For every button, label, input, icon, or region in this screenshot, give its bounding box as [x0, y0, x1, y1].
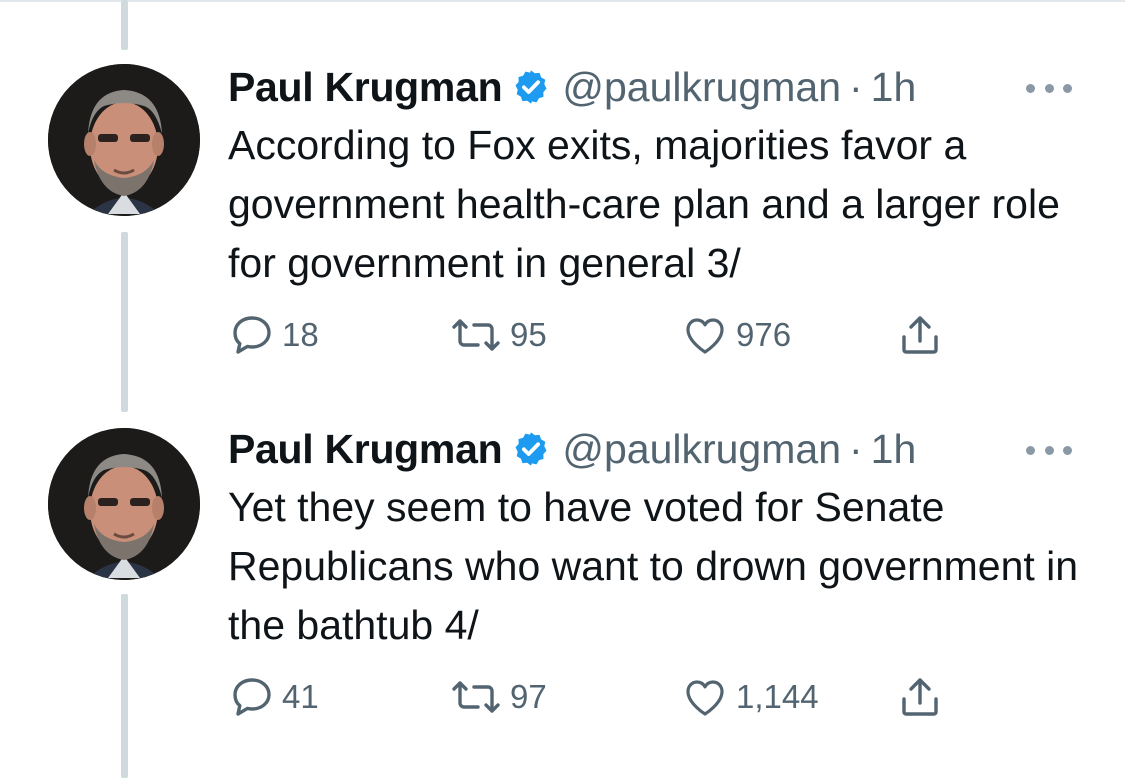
author-name[interactable]: Paul Krugman	[228, 426, 503, 473]
like-count: 976	[736, 316, 792, 353]
avatar[interactable]	[48, 64, 200, 216]
retweet-button[interactable]: 95	[448, 310, 547, 360]
reply-button[interactable]: 18	[228, 310, 319, 360]
more-options-icon[interactable]	[1026, 440, 1072, 460]
tweet[interactable]: Paul Krugman @paulkrugman · 1h Yet they …	[0, 400, 1125, 778]
reply-icon	[228, 673, 276, 721]
tweet-actions: 18 95 976	[228, 310, 988, 360]
reply-count: 18	[282, 316, 319, 353]
separator-dot: ·	[849, 63, 863, 110]
share-button[interactable]	[896, 310, 944, 360]
more-options-icon[interactable]	[1026, 78, 1072, 98]
share-icon	[896, 673, 944, 721]
author-name[interactable]: Paul Krugman	[228, 64, 503, 111]
tweet-header: Paul Krugman @paulkrugman · 1h	[228, 62, 916, 112]
reply-icon	[228, 311, 276, 359]
tweet-header: Paul Krugman @paulkrugman · 1h	[228, 424, 916, 474]
heart-icon	[680, 311, 730, 359]
separator-dot: ·	[849, 425, 863, 472]
verified-badge-icon	[512, 68, 550, 106]
like-button[interactable]: 976	[680, 310, 791, 360]
avatar[interactable]	[48, 428, 200, 580]
tweet-actions: 41 97 1,144	[228, 672, 988, 722]
like-count: 1,144	[736, 678, 819, 715]
heart-icon	[680, 673, 730, 721]
timestamp[interactable]: 1h	[871, 426, 917, 473]
retweet-icon	[448, 311, 504, 359]
tweet-text: Yet they seem to have voted for Senate R…	[228, 484, 1079, 648]
tweet-text: According to Fox exits, majorities favor…	[228, 122, 1060, 286]
retweet-button[interactable]: 97	[448, 672, 547, 722]
reply-button[interactable]: 41	[228, 672, 319, 722]
retweet-count: 97	[510, 678, 547, 715]
timestamp[interactable]: 1h	[871, 64, 917, 111]
tweet-thread: Paul Krugman @paulkrugman · 1h According…	[0, 0, 1125, 778]
share-icon	[896, 311, 944, 359]
share-button[interactable]	[896, 672, 944, 722]
reply-count: 41	[282, 678, 319, 715]
retweet-icon	[448, 673, 504, 721]
verified-badge-icon	[512, 430, 550, 468]
retweet-count: 95	[510, 316, 547, 353]
tweet[interactable]: Paul Krugman @paulkrugman · 1h According…	[0, 0, 1125, 400]
author-handle[interactable]: @paulkrugman	[562, 64, 841, 111]
author-handle[interactable]: @paulkrugman	[562, 426, 841, 473]
like-button[interactable]: 1,144	[680, 672, 819, 722]
